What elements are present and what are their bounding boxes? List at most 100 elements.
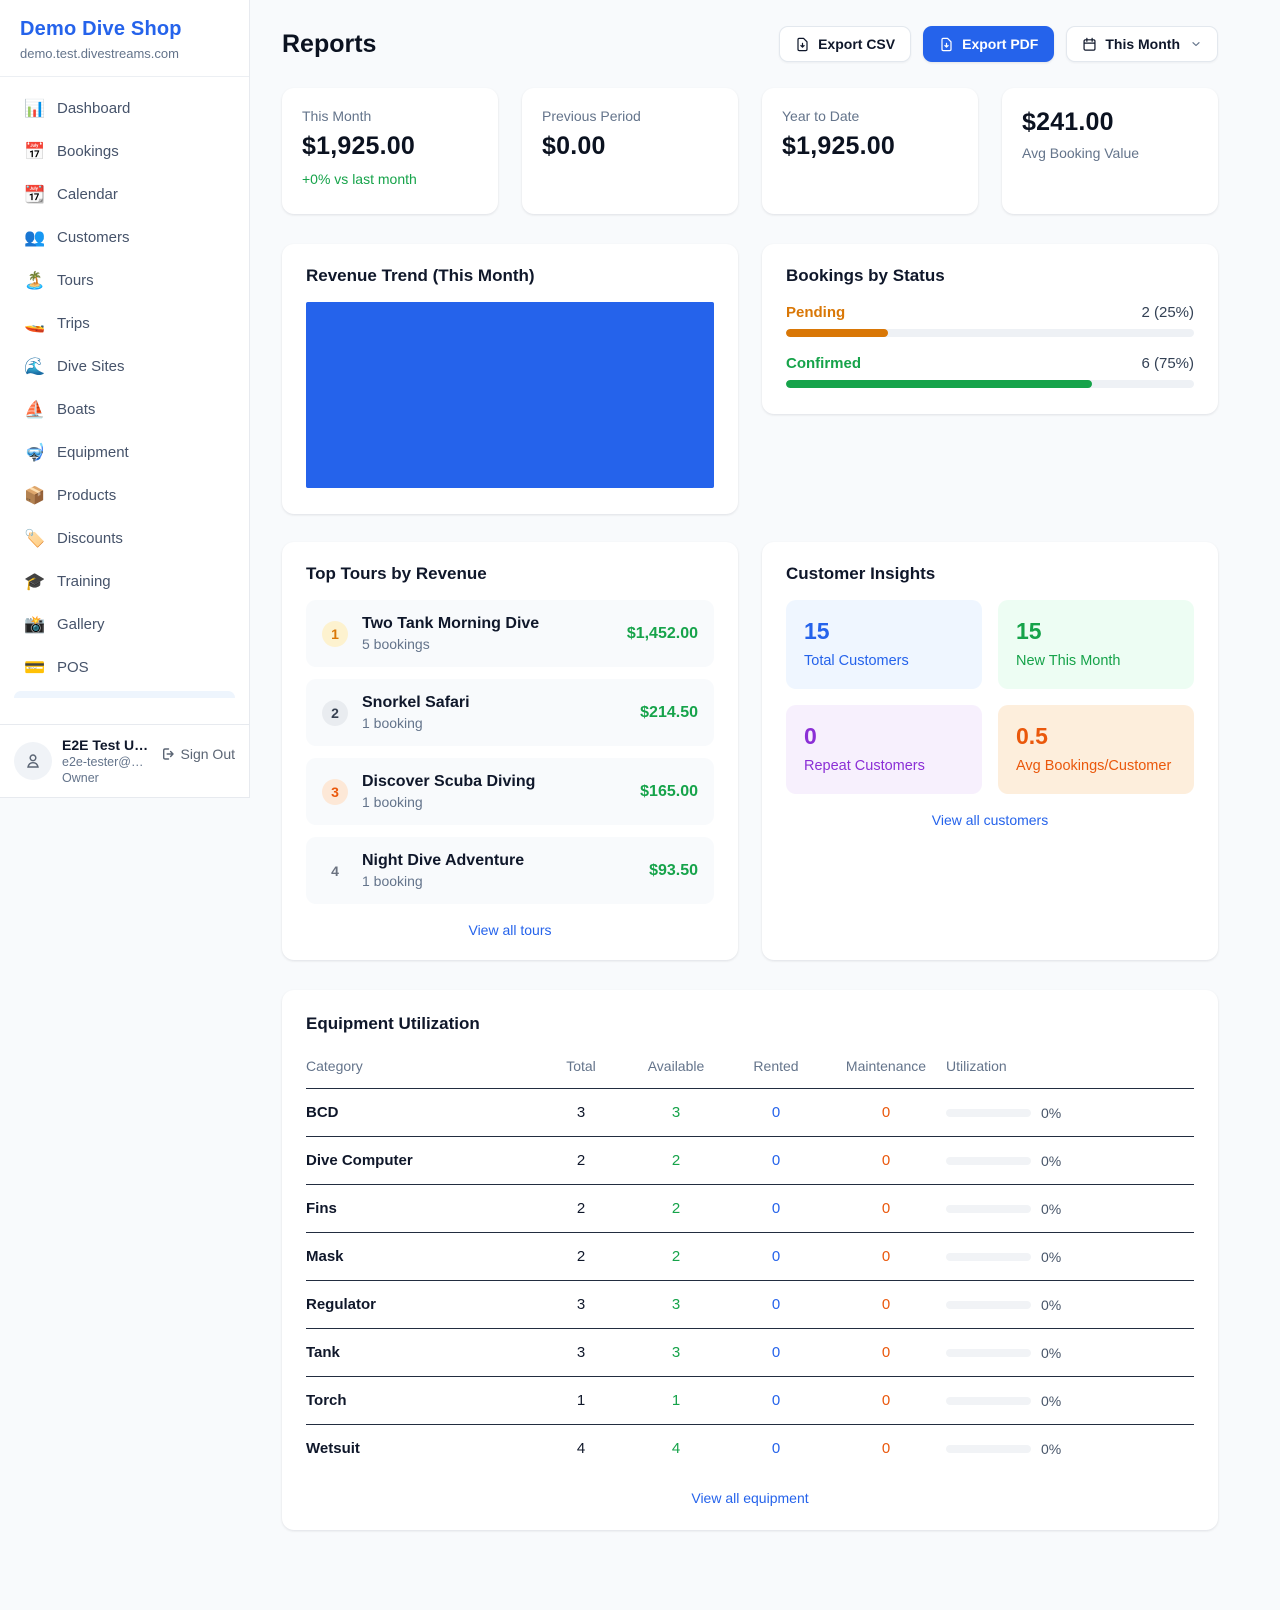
stat-label: This Month <box>302 108 478 124</box>
sidebar-item-tours[interactable]: 🏝️ Tours <box>10 259 239 302</box>
sidebar-item-label: Trips <box>57 315 90 332</box>
chevron-down-icon <box>1190 38 1202 50</box>
tile-label: Repeat Customers <box>804 758 964 774</box>
sidebar-item-dashboard[interactable]: 📊 Dashboard <box>10 87 239 130</box>
main-content: Reports Export CSV Export PDF <box>250 0 1280 1570</box>
sidebar-item-equipment[interactable]: 🤿 Equipment <box>10 431 239 474</box>
shop-name: Demo Dive Shop <box>20 18 229 41</box>
table-row: Fins 2 2 0 0 0% <box>306 1185 1194 1233</box>
user-role: Owner <box>62 771 149 785</box>
discounts-icon: 🏷️ <box>24 530 44 547</box>
sign-out-button[interactable]: Sign Out <box>159 746 235 762</box>
tour-name: Night Dive Adventure <box>362 852 635 870</box>
progress-track <box>786 380 1194 388</box>
list-item: 2 Snorkel Safari 1 booking $214.50 <box>306 679 714 746</box>
dive-sites-icon: 🌊 <box>24 358 44 375</box>
sidebar-item-customers[interactable]: 👥 Customers <box>10 216 239 259</box>
list-item: 1 Two Tank Morning Dive 5 bookings $1,45… <box>306 600 714 667</box>
utilization-bar <box>946 1253 1031 1261</box>
equipment-table: Category Total Available Rented Maintena… <box>306 1050 1194 1472</box>
file-download-icon <box>795 37 810 52</box>
view-all-tours-link[interactable]: View all tours <box>306 922 714 938</box>
user-name: E2E Test U… <box>62 737 149 753</box>
stat-label: Previous Period <box>542 108 718 124</box>
list-item: 4 Night Dive Adventure 1 booking $93.50 <box>306 837 714 904</box>
equipment-icon: 🤿 <box>24 444 44 461</box>
utilization-bar <box>946 1157 1031 1165</box>
tour-bookings: 1 booking <box>362 715 626 731</box>
sidebar-item-gallery[interactable]: 📸 Gallery <box>10 603 239 646</box>
export-pdf-button[interactable]: Export PDF <box>923 26 1054 62</box>
progress-track <box>786 329 1194 337</box>
sidebar-item-bookings[interactable]: 📅 Bookings <box>10 130 239 173</box>
sidebar-user-footer: E2E Test U… e2e-tester@… Owner Sign Out <box>0 724 249 797</box>
column-header: Rented <box>726 1050 826 1089</box>
shop-domain: demo.test.divestreams.com <box>20 46 229 61</box>
revenue-trend-bar <box>306 302 714 488</box>
period-dropdown[interactable]: This Month <box>1066 26 1218 62</box>
tour-name: Snorkel Safari <box>362 694 626 712</box>
file-download-icon <box>939 37 954 52</box>
customer-insights-title: Customer Insights <box>786 564 1194 584</box>
tile-value: 0 <box>804 723 964 750</box>
rank-badge: 2 <box>322 700 348 726</box>
table-row: Torch 1 1 0 0 0% <box>306 1377 1194 1425</box>
utilization-bar <box>946 1301 1031 1309</box>
sidebar-item-products[interactable]: 📦 Products <box>10 474 239 517</box>
stat-value: $241.00 <box>1022 108 1198 137</box>
tour-bookings: 1 booking <box>362 873 635 889</box>
revenue-trend-title: Revenue Trend (This Month) <box>306 266 714 286</box>
sidebar-item-training[interactable]: 🎓 Training <box>10 560 239 603</box>
avatar <box>14 742 52 780</box>
sidebar-item-label: Training <box>57 573 111 590</box>
column-header: Available <box>626 1050 726 1089</box>
tour-bookings: 1 booking <box>362 794 626 810</box>
column-header: Utilization <box>946 1050 1194 1089</box>
stat-card-previous-period: Previous Period $0.00 <box>522 88 738 214</box>
rank-badge: 1 <box>322 621 348 647</box>
sidebar-item-label: Products <box>57 487 116 504</box>
sidebar-item-calendar[interactable]: 📆 Calendar <box>10 173 239 216</box>
tile-new-this-month: 15 New This Month <box>998 600 1194 689</box>
sidebar-item-trips[interactable]: 🚤 Trips <box>10 302 239 345</box>
user-info: E2E Test U… e2e-tester@… Owner <box>62 737 149 785</box>
view-all-customers-link[interactable]: View all customers <box>786 812 1194 828</box>
header-actions: Export CSV Export PDF This Month <box>779 26 1218 62</box>
insight-tiles: 15 Total Customers 15 New This Month 0 R… <box>786 600 1194 794</box>
sidebar-item-label: Tours <box>57 272 94 289</box>
charts-row: Revenue Trend (This Month) Bookings by S… <box>282 244 1218 514</box>
tile-avg-bookings-customer: 0.5 Avg Bookings/Customer <box>998 705 1194 794</box>
calendar-icon <box>1082 37 1097 52</box>
sidebar-item-label: Bookings <box>57 143 119 160</box>
sidebar-item-label: Dashboard <box>57 100 130 117</box>
stat-label: Avg Booking Value <box>1022 145 1198 161</box>
bookings-icon: 📅 <box>24 143 44 160</box>
sidebar-item-pos[interactable]: 💳 POS <box>10 646 239 689</box>
sidebar-item-discounts[interactable]: 🏷️ Discounts <box>10 517 239 560</box>
dashboard-icon: 📊 <box>24 100 44 117</box>
tour-bookings: 5 bookings <box>362 636 613 652</box>
status-row-confirmed: Confirmed 6 (75%) <box>786 355 1194 388</box>
sidebar-item-boats[interactable]: ⛵ Boats <box>10 388 239 431</box>
list-item: 3 Discover Scuba Diving 1 booking $165.0… <box>306 758 714 825</box>
export-csv-button[interactable]: Export CSV <box>779 26 911 62</box>
stat-card-this-month: This Month $1,925.00 +0% vs last month <box>282 88 498 214</box>
equipment-utilization-title: Equipment Utilization <box>306 1014 1194 1034</box>
insights-row: Top Tours by Revenue 1 Two Tank Morning … <box>282 542 1218 960</box>
sidebar-item-reports[interactable] <box>14 691 235 698</box>
stat-delta: +0% vs last month <box>302 171 478 187</box>
status-count: 2 (25%) <box>1141 304 1194 321</box>
tile-value: 15 <box>1016 618 1176 645</box>
page-title: Reports <box>282 30 376 59</box>
tour-revenue: $93.50 <box>649 862 698 880</box>
revenue-trend-card: Revenue Trend (This Month) <box>282 244 738 514</box>
stat-card-avg-booking-value: $241.00 Avg Booking Value <box>1002 88 1218 214</box>
calendar-icon: 📆 <box>24 186 44 203</box>
view-all-equipment-link[interactable]: View all equipment <box>306 1490 1194 1506</box>
customers-icon: 👥 <box>24 229 44 246</box>
status-label: Confirmed <box>786 355 861 372</box>
column-header: Category <box>306 1050 536 1089</box>
training-icon: 🎓 <box>24 573 44 590</box>
sidebar-item-dive-sites[interactable]: 🌊 Dive Sites <box>10 345 239 388</box>
tile-label: Avg Bookings/Customer <box>1016 758 1176 774</box>
